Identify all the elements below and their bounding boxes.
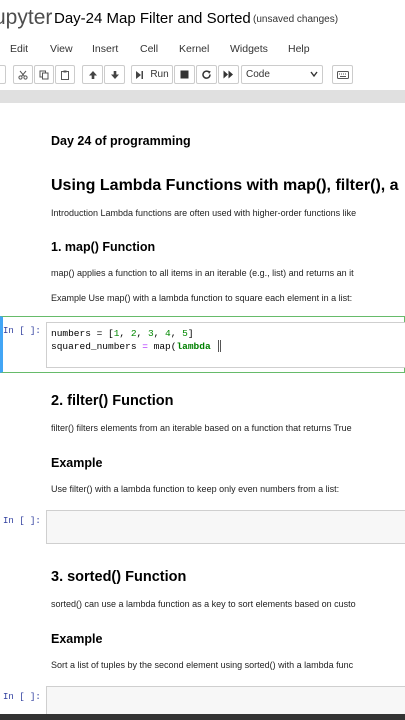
toolbar: Run Code [0,60,405,91]
menu-view[interactable]: View [50,43,73,55]
menu-help[interactable]: Help [288,43,310,55]
map-description: map() applies a function to all items in… [51,268,354,278]
day-title: Day 24 of programming [51,134,191,148]
code-line: numbers = [1, 2, 3, 4, 5] [51,328,194,339]
filter-example-heading: Example [51,456,103,470]
code-line: squared_numbers = map(lambda [51,341,211,352]
sorted-description: sorted() can use a lambda function as a … [51,599,356,609]
empty-code-cell[interactable] [46,510,405,544]
restart-icon [201,69,211,79]
cell-prompt: In [ ]: [3,516,41,526]
cut-icon [18,70,28,80]
move-up-button[interactable] [82,65,103,84]
paste-button[interactable] [55,65,75,84]
cut-button[interactable] [13,65,33,84]
move-up-icon [88,70,97,79]
empty-code-cell[interactable] [46,686,405,716]
menu-insert[interactable]: Insert [92,43,118,55]
copy-button[interactable] [34,65,54,84]
menu-kernel[interactable]: Kernel [179,43,209,55]
run-icon [136,70,144,79]
menu-cell[interactable]: Cell [140,43,158,55]
sorted-example-heading: Example [51,632,103,646]
notebook-title[interactable]: Day-24 Map Filter and Sorted [54,10,251,27]
restart-run-all-button[interactable] [218,65,239,84]
command-palette-button[interactable] [332,65,353,84]
text-cursor-icon [218,340,221,352]
add-cell-button[interactable] [0,65,6,84]
menu-widgets[interactable]: Widgets [230,43,268,55]
move-down-icon [110,70,119,79]
notebook-page: Day 24 of programming Using Lambda Funct… [0,103,405,720]
bottom-edge [0,714,405,720]
map-example-text: Example Use map() with a lambda function… [51,293,353,303]
restart-button[interactable] [196,65,217,84]
main-heading: Using Lambda Functions with map(), filte… [51,177,399,194]
paste-icon [61,70,69,80]
chevron-down-icon [310,71,318,78]
code-editor[interactable]: numbers = [1, 2, 3, 4, 5] squared_number… [46,322,405,368]
run-label: Run [150,69,169,80]
notebook-header: upyter Day-24 Map Filter and Sorted (uns… [0,0,405,38]
filter-example-text: Use filter() with a lambda function to k… [51,484,340,494]
menu-bar: Edit View Insert Cell Kernel Widgets Hel… [0,38,405,60]
copy-icon [39,70,49,79]
cell-type-value: Code [246,69,270,80]
keyboard-icon [336,70,349,79]
jupyter-logo[interactable]: upyter [0,6,52,30]
run-button[interactable]: Run [131,65,173,84]
move-down-button[interactable] [104,65,125,84]
fast-forward-icon [223,70,233,79]
sorted-example-text: Sort a list of tuples by the second elem… [51,660,354,670]
cell-prompt: In [ ]: [3,692,41,702]
save-status: (unsaved changes) [253,14,339,25]
intro-text: Introduction Lambda functions are often … [51,208,357,218]
stop-icon [180,70,189,79]
interrupt-button[interactable] [174,65,195,84]
cell-type-select[interactable]: Code [241,65,323,84]
sorted-heading: 3. sorted() Function [51,569,187,585]
filter-heading: 2. filter() Function [51,393,174,409]
map-heading: 1. map() Function [51,240,156,254]
menu-edit[interactable]: Edit [10,43,28,55]
header-divider [0,90,405,103]
filter-description: filter() filters elements from an iterab… [51,423,352,433]
cell-prompt: In [ ]: [3,326,41,336]
